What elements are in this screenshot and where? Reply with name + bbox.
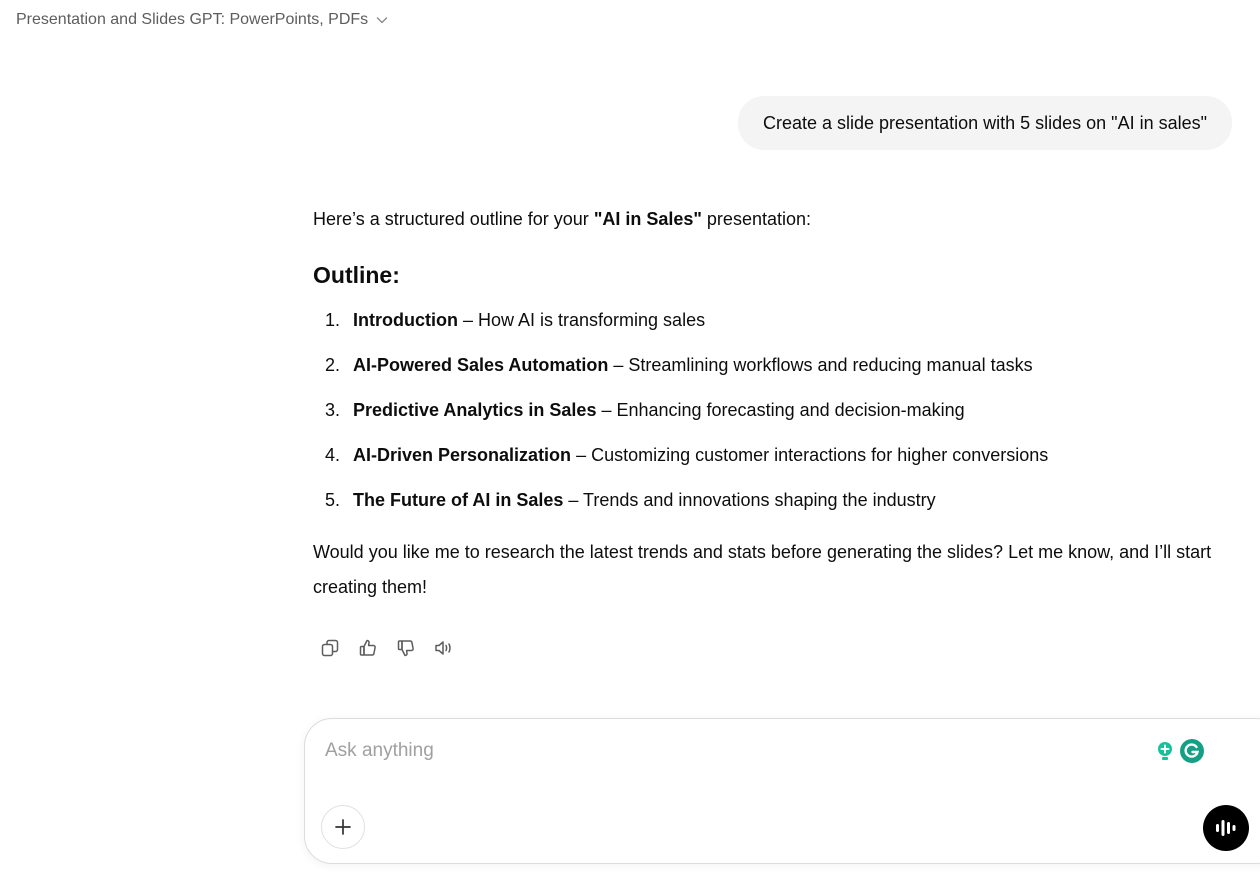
assistant-intro: Here’s a structured outline for your "AI… (313, 204, 1213, 234)
list-item: 4. AI-Driven Personalization – Customizi… (313, 442, 1213, 469)
list-item-title: Predictive Analytics in Sales (353, 400, 597, 420)
lightbulb-icon (1158, 742, 1172, 760)
outline-heading: Outline: (313, 262, 400, 288)
list-item: 3. Predictive Analytics in Sales – Enhan… (313, 397, 1213, 424)
chat-page: Presentation and Slides GPT: PowerPoints… (0, 0, 1260, 874)
list-item-desc: – Enhancing forecasting and decision-mak… (596, 400, 965, 420)
copy-icon (321, 639, 339, 657)
assistant-closing: Would you like me to research the latest… (313, 542, 1212, 597)
composer (304, 718, 1260, 864)
chevron-down-icon (376, 17, 388, 24)
prompt-input[interactable] (325, 737, 1125, 765)
good-response-button[interactable] (351, 634, 385, 662)
list-item: 1. Introduction – How AI is transforming… (313, 307, 1213, 334)
intro-bold-text: "AI in Sales" (593, 209, 702, 229)
list-item-title: Introduction (353, 310, 458, 330)
list-item-title: AI-Powered Sales Automation (353, 355, 609, 375)
thumbs-up-icon (359, 639, 376, 656)
read-aloud-button[interactable] (427, 634, 461, 662)
assistant-message: Here’s a structured outline for your "AI… (313, 204, 1213, 605)
list-number: 2. (324, 355, 340, 375)
intro-text: Here’s a structured outline for your (313, 209, 594, 229)
list-item-title: The Future of AI in Sales (353, 490, 564, 510)
grammarly-icon (1180, 739, 1204, 763)
list-number: 5. (324, 490, 340, 510)
thumbs-down-icon (397, 640, 414, 657)
list-item-desc: – How AI is transforming sales (457, 310, 706, 330)
voice-mode-button[interactable] (1203, 805, 1249, 851)
list-item-title: AI-Driven Personalization (353, 445, 572, 465)
copy-button[interactable] (313, 634, 347, 662)
user-message: Create a slide presentation with 5 slide… (737, 96, 1232, 150)
list-item-desc: – Streamlining workflows and reducing ma… (608, 355, 1033, 375)
list-item: 2. AI-Powered Sales Automation – Streaml… (313, 352, 1213, 379)
intro-suffix-text: presentation: (701, 209, 811, 229)
voice-waveform-icon (1216, 820, 1236, 836)
list-item: 5. The Future of AI in Sales – Trends an… (313, 487, 1213, 514)
outline-list: 1. Introduction – How AI is transforming… (313, 307, 1213, 514)
list-item-desc: – Customizing customer interactions for … (571, 445, 1049, 465)
model-selector[interactable]: Presentation and Slides GPT: PowerPoints… (16, 8, 390, 32)
add-attachment-button[interactable] (321, 805, 365, 849)
bad-response-button[interactable] (389, 634, 423, 662)
grammarly-widget[interactable] (1153, 737, 1209, 765)
model-title: Presentation and Slides GPT: PowerPoints… (16, 11, 369, 28)
list-number: 3. (324, 400, 340, 420)
list-number: 1. (324, 310, 340, 330)
message-actions (313, 634, 461, 662)
list-item-desc: – Trends and innovations shaping the ind… (563, 490, 936, 510)
plus-icon (335, 819, 351, 835)
list-number: 4. (324, 445, 340, 465)
read-aloud-icon (435, 641, 451, 655)
